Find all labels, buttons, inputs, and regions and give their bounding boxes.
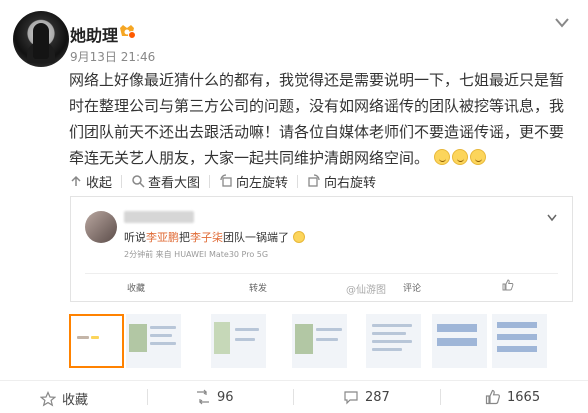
laugh-emoji-icon bbox=[292, 231, 305, 243]
like-count: 1665 bbox=[507, 389, 541, 405]
repost-count: 96 bbox=[217, 389, 234, 405]
author-name[interactable]: 她助理 bbox=[70, 22, 118, 46]
rotate-left-button[interactable]: 向左旋转 bbox=[219, 172, 288, 191]
comment-icon bbox=[344, 391, 358, 405]
embedded-text-part: 团队一锅端了 bbox=[223, 231, 289, 244]
rotate-right-label: 向右旋转 bbox=[324, 175, 377, 191]
divider bbox=[297, 174, 299, 188]
collapse-label: 收起 bbox=[86, 175, 113, 191]
action-bar: 收藏 96 287 1665 bbox=[0, 381, 588, 413]
thumb-up-icon bbox=[502, 279, 514, 291]
zoom-icon bbox=[132, 175, 145, 188]
repost-button[interactable]: 96 bbox=[195, 389, 234, 405]
thumb-up-icon bbox=[485, 389, 500, 405]
star-icon bbox=[40, 390, 56, 406]
avatar[interactable] bbox=[13, 11, 69, 67]
embedded-comment: 评论 bbox=[403, 284, 422, 294]
chevron-down-icon[interactable] bbox=[553, 16, 571, 30]
thumbnail[interactable] bbox=[69, 314, 124, 368]
thumbnail[interactable] bbox=[292, 314, 347, 368]
thumbnail-strip bbox=[69, 314, 574, 370]
divider bbox=[440, 389, 441, 405]
collect-button[interactable]: 收藏 bbox=[40, 389, 88, 408]
smile-emoji-icon bbox=[433, 149, 450, 165]
embedded-meta-source: 来自 HUAWEI Mate30 Pro 5G bbox=[155, 250, 269, 259]
embedded-meta-time: 2分钟前 bbox=[124, 250, 154, 259]
weibo-post: 她助理 9月13日 21:46 网络上好像最近猜什么的都有，我觉得还是需要说明一… bbox=[0, 0, 588, 413]
rotate-right-icon bbox=[308, 174, 320, 187]
embedded-mention: 李亚鹏 bbox=[146, 231, 179, 244]
post-body: 网络上好像最近猜什么的都有，我觉得还是需要说明一下，七姐最近只是暂时在整理公司与… bbox=[69, 67, 574, 171]
divider bbox=[209, 174, 211, 188]
embedded-meta: 2分钟前 来自 HUAWEI Mate30 Pro 5G bbox=[124, 249, 268, 260]
post-image[interactable]: 听说李亚鹏把李子柒团队一锅端了 2分钟前 来自 HUAWEI Mate30 Pr… bbox=[70, 196, 573, 302]
vip-badge-icon bbox=[120, 25, 136, 39]
divider bbox=[85, 273, 558, 274]
embedded-username-blurred bbox=[124, 211, 194, 223]
view-large-label: 查看大图 bbox=[148, 175, 201, 191]
embedded-mention: 李子柒 bbox=[190, 231, 223, 244]
rotate-right-button[interactable]: 向右旋转 bbox=[307, 172, 376, 191]
embedded-text-part: 听说 bbox=[124, 231, 146, 244]
share-icon bbox=[197, 389, 209, 405]
divider bbox=[147, 389, 148, 405]
view-large-button[interactable]: 查看大图 bbox=[131, 172, 200, 191]
collapse-icon bbox=[71, 175, 81, 186]
image-toolbar: 收起 查看大图 向左旋转 向右旋转 bbox=[69, 170, 574, 192]
rotate-left-label: 向左旋转 bbox=[236, 175, 289, 191]
embedded-post-text: 听说李亚鹏把李子柒团队一锅端了 bbox=[124, 229, 305, 245]
comment-button[interactable]: 287 bbox=[343, 389, 390, 405]
watermark: @仙游图 bbox=[346, 285, 386, 296]
collapse-button[interactable]: 收起 bbox=[69, 172, 112, 191]
post-text: 网络上好像最近猜什么的都有，我觉得还是需要说明一下，七姐最近只是暂时在整理公司与… bbox=[69, 71, 565, 167]
smile-emoji-icon bbox=[469, 149, 486, 165]
embedded-collect: 收藏 bbox=[127, 284, 146, 294]
like-button[interactable]: 1665 bbox=[485, 389, 540, 405]
thumbnail[interactable] bbox=[211, 314, 266, 368]
thumbnail[interactable] bbox=[366, 314, 421, 368]
thumbnail[interactable] bbox=[432, 314, 487, 368]
embedded-avatar bbox=[85, 211, 117, 243]
chevron-down-icon bbox=[547, 214, 557, 222]
divider bbox=[121, 174, 123, 188]
rotate-left-icon bbox=[220, 174, 232, 187]
smile-emoji-icon bbox=[451, 149, 468, 165]
comment-count: 287 bbox=[365, 389, 390, 405]
divider bbox=[293, 389, 294, 405]
embedded-action-bar: 收藏 转发 评论 bbox=[71, 279, 572, 295]
collect-label: 收藏 bbox=[62, 393, 89, 408]
embedded-repost: 转发 bbox=[249, 284, 268, 294]
embedded-text-part: 把 bbox=[179, 231, 190, 244]
thumbnail[interactable] bbox=[126, 314, 181, 368]
thumbnail[interactable] bbox=[492, 314, 547, 368]
post-timestamp[interactable]: 9月13日 21:46 bbox=[70, 48, 155, 65]
